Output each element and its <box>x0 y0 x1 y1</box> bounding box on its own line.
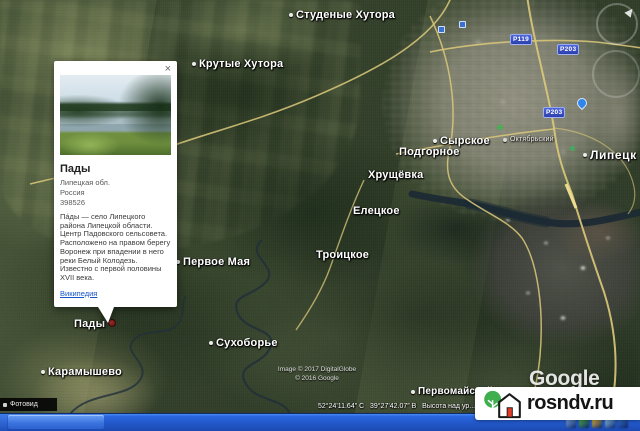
place-description: Па́ды — село Липецкого района Липецкой о… <box>60 213 171 283</box>
map-place-label[interactable]: Крутые Хутора <box>192 58 283 70</box>
photo-overlay-tag: Фотовид <box>0 398 57 411</box>
map-place-label[interactable]: Студеные Хутора <box>289 9 395 21</box>
terrain-industrial-zone <box>468 188 640 350</box>
place-dot-icon <box>503 138 507 142</box>
map-copyright: Image © 2017 DigitalGlobe © 2016 Google <box>262 365 372 383</box>
photo-tag-icon <box>3 403 7 407</box>
photo-tag-label: Фотовид <box>10 401 38 408</box>
river-meander-west <box>70 296 186 413</box>
poi-icon[interactable] <box>459 21 466 28</box>
wikipedia-link[interactable]: Википедия <box>60 289 97 298</box>
place-dot-icon <box>41 370 45 374</box>
place-country: Россия <box>60 188 171 198</box>
road-shield-label: Р203 <box>557 44 579 55</box>
map-place-label[interactable]: Сухоборье <box>209 337 278 349</box>
place-dot-icon <box>192 62 196 66</box>
place-name-text: Подгорное <box>399 146 460 158</box>
place-dot-icon <box>583 153 587 157</box>
road-east-ring <box>554 128 635 214</box>
place-dot-icon <box>433 139 437 143</box>
map-place-label[interactable]: Карамышево <box>41 366 122 378</box>
road-shield-label: Р203 <box>543 107 565 118</box>
statusbar-coordinates: 52°24'11.64″ С 39°27'42.07″ В Высота над… <box>318 403 475 410</box>
road-west-bypass <box>430 16 541 413</box>
river-voronezh <box>412 194 640 224</box>
place-title: Пады <box>60 163 171 175</box>
taskbar-app-button[interactable] <box>8 415 104 429</box>
taskbar-start-stub[interactable] <box>0 414 7 431</box>
road-bridge <box>566 184 576 208</box>
park-patch <box>570 146 575 151</box>
copyright-line: © 2016 Google <box>262 374 372 383</box>
place-name-text: Липецк <box>590 148 637 162</box>
place-name-text: Октябрьский <box>510 136 554 143</box>
map-place-label[interactable]: Подгорное <box>399 146 460 158</box>
copyright-line: Image © 2017 DigitalGlobe <box>262 365 372 374</box>
road-shield-label: Р119 <box>510 34 532 45</box>
navigation-move-ring[interactable] <box>592 50 640 98</box>
screenshot-root: Студеные ХутораКрутые ХутораеСырскоеПодг… <box>0 0 640 431</box>
map-place-label[interactable]: Октябрьский <box>503 136 554 143</box>
place-name-text: Троицкое <box>316 249 369 261</box>
place-dot-icon <box>411 390 415 394</box>
place-name-text: Елецкое <box>353 205 400 217</box>
place-name-text: Студеные Хутора <box>296 9 395 21</box>
place-name-text: Хрущёвка <box>368 169 423 181</box>
map-place-label[interactable]: Хрущёвка <box>368 169 423 181</box>
map-place-label[interactable]: Елецкое <box>353 205 400 217</box>
water-poi-icon[interactable] <box>575 96 589 110</box>
place-info-balloon: × Пады Липецкая обл. Россия 398526 Па́ды… <box>54 61 177 307</box>
place-postal-code: 398526 <box>60 198 171 208</box>
place-region: Липецкая обл. <box>60 178 171 188</box>
map-place-label[interactable]: Первое Мая <box>176 256 250 268</box>
rosndv-watermark: rosndv.ru <box>475 387 640 420</box>
rosndv-logo-icon <box>482 389 522 419</box>
place-photo <box>60 75 171 155</box>
place-name-text: Сухоборье <box>216 337 278 349</box>
rosndv-site-text: rosndv.ru <box>527 392 613 415</box>
poi-icon[interactable] <box>438 26 445 33</box>
park-patch <box>497 125 503 130</box>
place-name-text: Крутые Хутора <box>199 58 283 70</box>
place-dot-icon <box>209 341 213 345</box>
place-dot-icon <box>289 13 293 17</box>
map-place-label[interactable]: Липецк <box>583 148 637 162</box>
place-name-text: Карамышево <box>48 366 122 378</box>
map-place-label[interactable]: Троицкое <box>316 249 369 261</box>
place-info-body: Пады Липецкая обл. Россия 398526 Па́ды —… <box>54 155 177 301</box>
close-icon[interactable]: × <box>165 64 171 75</box>
place-name-text: Первое Мая <box>183 256 250 268</box>
